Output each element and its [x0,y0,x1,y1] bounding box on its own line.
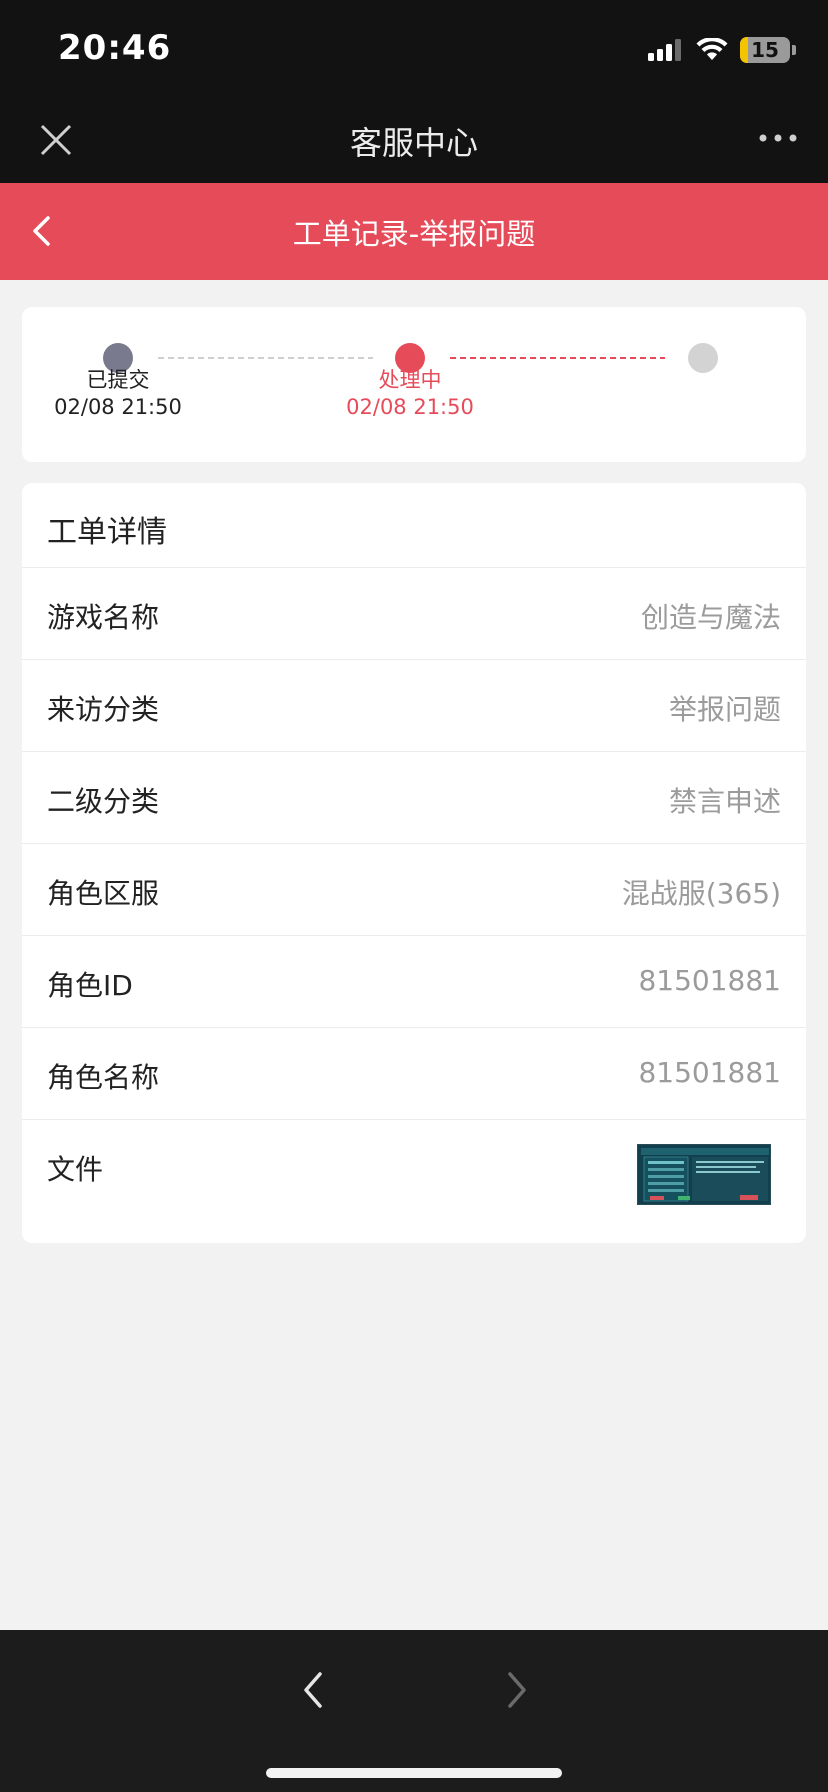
row-value: 创造与魔法 [640,601,781,634]
bottom-nav-bar [0,1630,828,1792]
detail-row-game-name: 游戏名称 创造与魔法 [22,567,806,659]
row-label: 角色名称 [47,1061,160,1094]
detail-row-file: 文件 [22,1119,806,1239]
details-title: 工单详情 [47,515,167,550]
more-icon[interactable] [758,130,798,146]
row-value: 81501881 [638,964,781,997]
header-title: 工单记录-举报问题 [292,217,536,251]
row-value: 混战服(365) [621,877,781,910]
detail-row-visit-category: 来访分类 举报问题 [22,659,806,751]
chevron-right-icon[interactable] [502,1670,532,1710]
page-title: 客服中心 [349,124,478,162]
battery-indicator: 15 [740,37,790,63]
section-header: 工单记录-举报问题 [0,183,828,280]
detail-row-role-id: 角色ID 81501881 [22,935,806,1027]
row-label: 游戏名称 [47,601,160,634]
status-time: 20:46 [58,28,172,68]
row-label: 来访分类 [47,693,160,726]
row-label: 角色ID [47,969,133,1002]
step-processing-label: 处理中 [378,368,442,392]
wifi-icon [696,38,728,60]
step-connector-1 [158,357,373,359]
screenshot-image-icon [638,1145,770,1204]
battery-tip [792,45,796,55]
step-submitted-time: 02/08 21:50 [54,395,182,419]
step-submitted-label: 已提交 [86,368,150,392]
step-processing-time: 02/08 21:50 [346,395,474,419]
battery-level: 15 [751,38,779,62]
detail-row-server: 角色区服 混战服(365) [22,843,806,935]
row-value: 举报问题 [668,693,781,726]
row-value: 81501881 [638,1056,781,1089]
details-card: 工单详情 游戏名称 创造与魔法 来访分类 举报问题 二级分类 禁言申述 角色区服… [22,483,806,1243]
signal-icon [648,39,681,61]
row-label: 角色区服 [47,877,160,910]
detail-row-sub-category: 二级分类 禁言申述 [22,751,806,843]
detail-row-role-name: 角色名称 81501881 [22,1027,806,1119]
row-label: 文件 [47,1153,104,1186]
step-submitted: 已提交 02/08 21:50 [28,367,208,421]
status-icons: 15 [648,32,796,68]
home-indicator[interactable] [266,1768,562,1778]
row-label: 二级分类 [47,785,160,818]
progress-card: 已提交 02/08 21:50 处理中 02/08 21:50 [22,307,806,462]
step-connector-2 [450,357,665,359]
step-processing: 处理中 02/08 21:50 [320,367,500,421]
step-dot-pending [688,343,718,373]
file-thumbnail[interactable] [637,1144,771,1205]
chevron-left-icon[interactable] [298,1670,328,1710]
top-bar: 20:46 15 客服中心 [0,0,828,183]
row-value: 禁言申述 [668,785,781,818]
